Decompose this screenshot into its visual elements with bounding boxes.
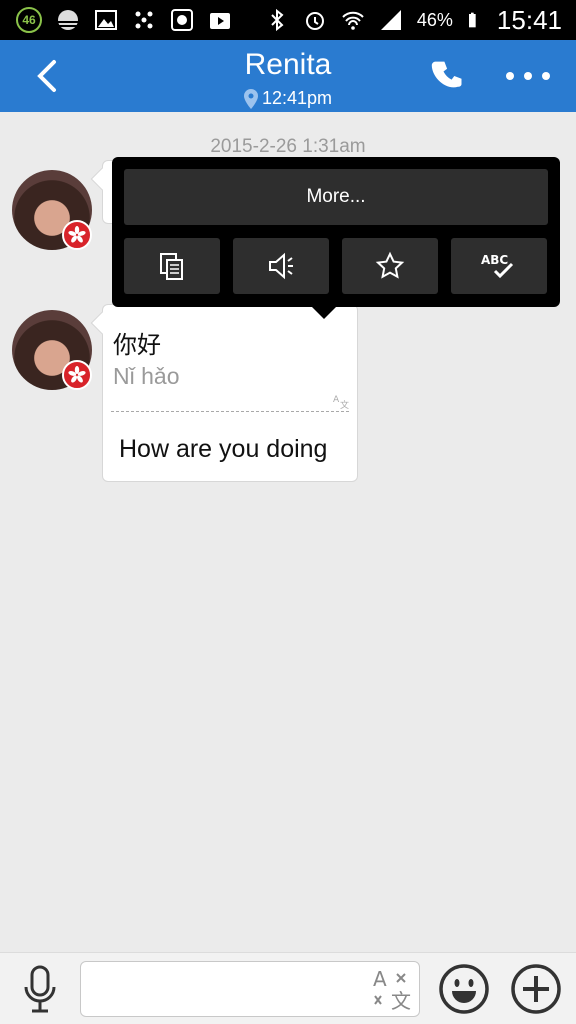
svg-text:A: A xyxy=(333,395,340,405)
message-bubble[interactable]: 你好 Nǐ hǎo A文 How are you doing xyxy=(90,304,358,482)
signal-icon xyxy=(380,10,401,30)
speaker-icon xyxy=(269,252,293,280)
clock: 15:41 xyxy=(496,4,562,35)
wifi-icon xyxy=(342,11,364,30)
apps-dots-icon xyxy=(135,11,153,29)
notification-badge-icon: 46 xyxy=(16,7,42,33)
contact-name: Renita xyxy=(244,48,332,81)
popup-arrow xyxy=(312,307,336,319)
add-attachment-icon[interactable] xyxy=(510,963,562,1015)
gallery-icon xyxy=(95,10,117,30)
message-context-menu: More... ABC xyxy=(112,157,560,319)
battery-percent: 46% xyxy=(416,9,453,30)
emoji-icon[interactable] xyxy=(438,963,490,1015)
phone-call-icon[interactable] xyxy=(430,58,466,94)
local-time-text: 12:41pm xyxy=(261,88,333,108)
message-original-text: 你好 xyxy=(113,331,161,359)
copy-icon xyxy=(160,253,183,280)
composer-bar: A文 xyxy=(0,952,576,1024)
copy-button[interactable] xyxy=(124,238,220,294)
message-input-box[interactable]: A文 xyxy=(80,961,420,1017)
microphone-icon[interactable] xyxy=(20,963,60,1015)
more-options-button[interactable] xyxy=(506,62,550,90)
star-icon xyxy=(375,251,405,279)
speak-button[interactable] xyxy=(233,238,329,294)
svg-text:ABC: ABC xyxy=(481,253,508,267)
location-pin-icon xyxy=(243,88,258,109)
spellcheck-icon: ABC xyxy=(481,253,514,279)
svg-text:A: A xyxy=(373,968,387,991)
chat-header: Renita 12:41pm xyxy=(0,40,576,112)
hong-kong-flag-icon xyxy=(62,360,92,390)
svg-text:文: 文 xyxy=(340,399,349,409)
camera-app-icon xyxy=(171,9,193,31)
message-pinyin-text: Nǐ hǎo xyxy=(113,363,180,389)
weather-icon xyxy=(58,10,78,30)
message-timestamp: 2015-2-26 1:31am xyxy=(210,136,366,157)
translate-mini-icon: A文 xyxy=(333,395,349,409)
bluetooth-icon xyxy=(271,8,284,32)
battery-icon xyxy=(468,12,476,28)
favorite-button[interactable] xyxy=(342,238,438,294)
hong-kong-flag-icon xyxy=(62,220,92,250)
spellcheck-button[interactable]: ABC xyxy=(451,238,547,294)
svg-text:文: 文 xyxy=(391,989,411,1012)
contact-local-time: 12:41pm xyxy=(0,88,576,109)
translation-divider xyxy=(111,411,349,412)
alarm-icon xyxy=(305,12,324,30)
message-input[interactable] xyxy=(91,972,371,1008)
more-menu-button[interactable]: More... xyxy=(124,169,548,225)
status-bar: 46 46% 15:41 xyxy=(0,0,576,40)
media-play-icon xyxy=(210,13,230,29)
translate-icon[interactable]: A文 xyxy=(373,968,413,1012)
message-translation-text: How are you doing xyxy=(119,435,328,463)
